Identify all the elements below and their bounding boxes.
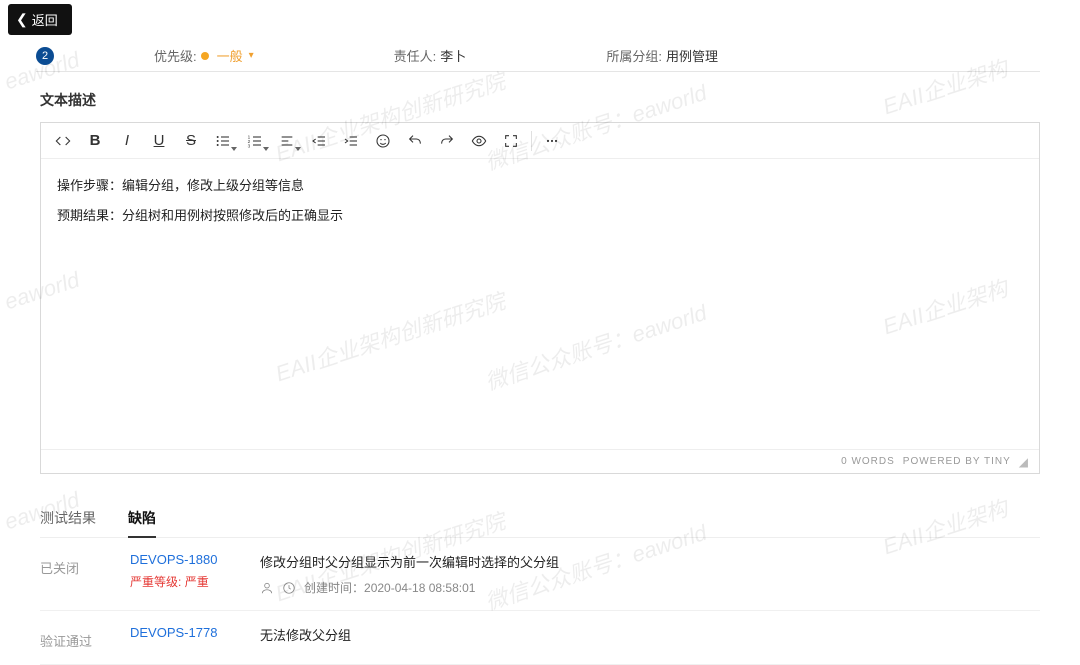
id-badge: 2 xyxy=(36,47,54,65)
meta-bar: 2 优先级: 一般 ▾ 责任人: 李卜 所属分组: 用例管理 xyxy=(36,40,1040,72)
ordered-list-button[interactable]: 123 xyxy=(239,125,271,157)
tab-defects[interactable]: 缺陷 xyxy=(128,500,156,538)
editor-body[interactable]: 操作步骤：编辑分组，修改上级分组等信息 预期结果：分组树和用例树按照修改后的正确… xyxy=(41,159,1039,449)
defect-status: 已关闭 xyxy=(40,552,130,577)
priority-field[interactable]: 优先级: 一般 ▾ xyxy=(154,46,254,65)
rich-text-editor: B I U S 123 操作步骤：编辑分组，修改上级分组等信息 预期结果：分组树… xyxy=(40,122,1040,474)
user-icon xyxy=(260,581,274,595)
bold-button[interactable]: B xyxy=(79,125,111,157)
code-button[interactable] xyxy=(47,125,79,157)
editor-footer: 0 WORDS POWERED BY TINY ◢ xyxy=(41,449,1039,473)
group-label: 所属分组: xyxy=(606,46,662,65)
chevron-down-icon: ▾ xyxy=(249,50,254,61)
emoji-button[interactable] xyxy=(367,125,399,157)
chevron-left-icon: ❮ xyxy=(16,11,28,28)
tabs-section: 测试结果 缺陷 已关闭 DEVOPS-1880 严重等级: 严重 修改分组时父分… xyxy=(40,500,1040,665)
underline-button[interactable]: U xyxy=(143,125,175,157)
priority-bullet-icon xyxy=(201,52,209,60)
indent-button[interactable] xyxy=(335,125,367,157)
toolbar-separator xyxy=(531,131,532,151)
tabs: 测试结果 缺陷 xyxy=(40,500,1040,538)
description-title: 文本描述 xyxy=(40,90,1040,110)
back-button[interactable]: ❮ 返回 xyxy=(8,4,72,35)
fullscreen-button[interactable] xyxy=(495,125,527,157)
group-value: 用例管理 xyxy=(666,46,718,65)
editor-toolbar: B I U S 123 xyxy=(41,123,1039,159)
powered-by: POWERED BY TINY xyxy=(903,456,1011,467)
defect-status: 验证通过 xyxy=(40,625,130,650)
desc-line: 操作步骤：编辑分组，修改上级分组等信息 xyxy=(57,173,1023,199)
outdent-button[interactable] xyxy=(303,125,335,157)
owner-field: 责任人: 李卜 xyxy=(394,46,467,65)
defect-severity: 严重等级: 严重 xyxy=(130,573,260,590)
defect-meta: 创建时间：2020-04-18 08:58:01 xyxy=(260,579,1040,596)
redo-button[interactable] xyxy=(431,125,463,157)
tab-test-results[interactable]: 测试结果 xyxy=(40,500,96,537)
owner-label: 责任人: xyxy=(394,46,437,65)
defect-title: 无法修改父分组 xyxy=(260,625,1040,644)
group-field: 所属分组: 用例管理 xyxy=(606,46,718,65)
svg-text:3: 3 xyxy=(248,143,251,148)
back-label: 返回 xyxy=(32,10,58,29)
align-button[interactable] xyxy=(271,125,303,157)
undo-button[interactable] xyxy=(399,125,431,157)
description-section: 文本描述 B I U S 123 操作步骤：编辑分组，修改上级分组等信息 预期结… xyxy=(40,90,1040,474)
defect-title: 修改分组时父分组显示为前一次编辑时选择的父分组 xyxy=(260,552,1040,571)
defect-row: 已关闭 DEVOPS-1880 严重等级: 严重 修改分组时父分组显示为前一次编… xyxy=(40,538,1040,611)
unordered-list-button[interactable] xyxy=(207,125,239,157)
defect-id-link[interactable]: DEVOPS-1880 xyxy=(130,552,260,567)
italic-button[interactable]: I xyxy=(111,125,143,157)
owner-value: 李卜 xyxy=(440,46,466,65)
strikethrough-button[interactable]: S xyxy=(175,125,207,157)
priority-label: 优先级: xyxy=(154,46,197,65)
preview-button[interactable] xyxy=(463,125,495,157)
clock-icon xyxy=(282,581,296,595)
resize-handle-icon[interactable]: ◢ xyxy=(1019,455,1029,469)
more-button[interactable] xyxy=(536,125,568,157)
desc-line: 预期结果：分组树和用例树按照修改后的正确显示 xyxy=(57,203,1023,229)
priority-value: 一般 xyxy=(217,46,243,65)
word-count: 0 WORDS xyxy=(841,456,895,467)
defect-id-link[interactable]: DEVOPS-1778 xyxy=(130,625,260,640)
defect-row: 验证通过 DEVOPS-1778 无法修改父分组 xyxy=(40,611,1040,665)
